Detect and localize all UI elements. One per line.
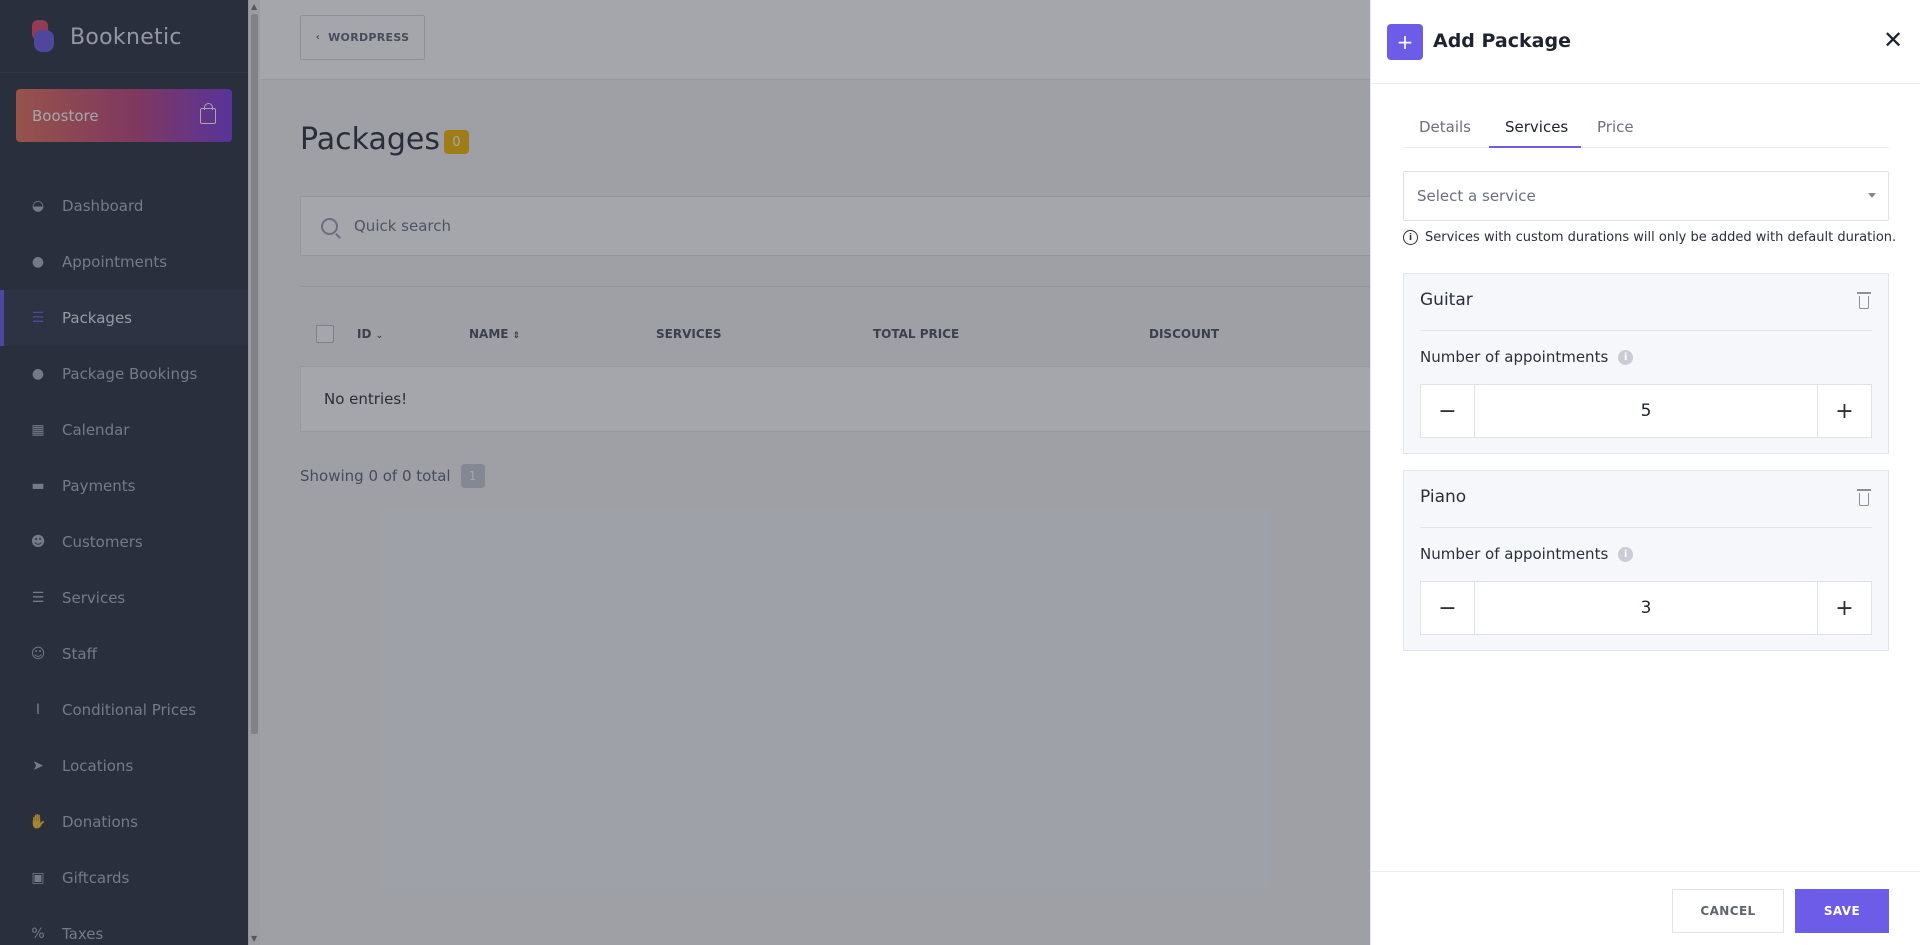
appointments-label-text: Number of appointments xyxy=(1420,545,1609,563)
plus-icon: + xyxy=(1387,24,1423,60)
quantity-input[interactable]: 3 xyxy=(1475,582,1817,634)
increment-button[interactable]: + xyxy=(1817,582,1871,634)
appointments-label: Number of appointments i xyxy=(1420,348,1634,366)
panel-tabs: Details Services Price xyxy=(1403,108,1889,148)
service-select[interactable]: Select a service xyxy=(1403,171,1889,221)
quantity-stepper: − 5 + xyxy=(1420,384,1872,438)
quantity-stepper: − 3 + xyxy=(1420,581,1872,635)
info-note-text: Services with custom durations will only… xyxy=(1425,230,1897,245)
service-name: Piano xyxy=(1420,487,1467,507)
quantity-input[interactable]: 5 xyxy=(1475,385,1817,437)
service-card-piano: Piano Number of appointments i − 3 + xyxy=(1403,470,1889,651)
appointments-label-text: Number of appointments xyxy=(1420,348,1609,366)
tab-price[interactable]: Price xyxy=(1597,118,1634,136)
service-select-placeholder: Select a service xyxy=(1417,187,1536,205)
panel-header: + Add Package ✕ xyxy=(1371,0,1920,84)
divider xyxy=(1420,527,1872,528)
increment-button[interactable]: + xyxy=(1817,385,1871,437)
appointments-label: Number of appointments i xyxy=(1420,545,1634,563)
info-icon[interactable]: i xyxy=(1618,546,1634,562)
info-note: i Services with custom durations will on… xyxy=(1403,230,1896,245)
add-package-panel: + Add Package ✕ Details Services Price S… xyxy=(1370,0,1920,945)
info-icon: i xyxy=(1403,230,1418,245)
decrement-button[interactable]: − xyxy=(1421,385,1475,437)
tab-services[interactable]: Services xyxy=(1505,118,1568,136)
info-icon[interactable]: i xyxy=(1618,349,1634,365)
panel-footer: CANCEL SAVE xyxy=(1371,871,1920,945)
active-tab-indicator xyxy=(1489,146,1581,148)
tab-details[interactable]: Details xyxy=(1419,118,1471,136)
trash-icon[interactable] xyxy=(1856,292,1872,310)
panel-title: Add Package xyxy=(1433,30,1571,52)
trash-icon[interactable] xyxy=(1856,489,1872,507)
save-button[interactable]: SAVE xyxy=(1795,889,1889,933)
cancel-button[interactable]: CANCEL xyxy=(1672,889,1784,933)
close-icon[interactable]: ✕ xyxy=(1881,28,1905,52)
divider xyxy=(1420,330,1872,331)
modal-backdrop[interactable] xyxy=(0,0,1370,945)
service-name: Guitar xyxy=(1420,290,1473,310)
decrement-button[interactable]: − xyxy=(1421,582,1475,634)
caret-down-icon xyxy=(1868,193,1876,198)
service-card-guitar: Guitar Number of appointments i − 5 + xyxy=(1403,273,1889,454)
